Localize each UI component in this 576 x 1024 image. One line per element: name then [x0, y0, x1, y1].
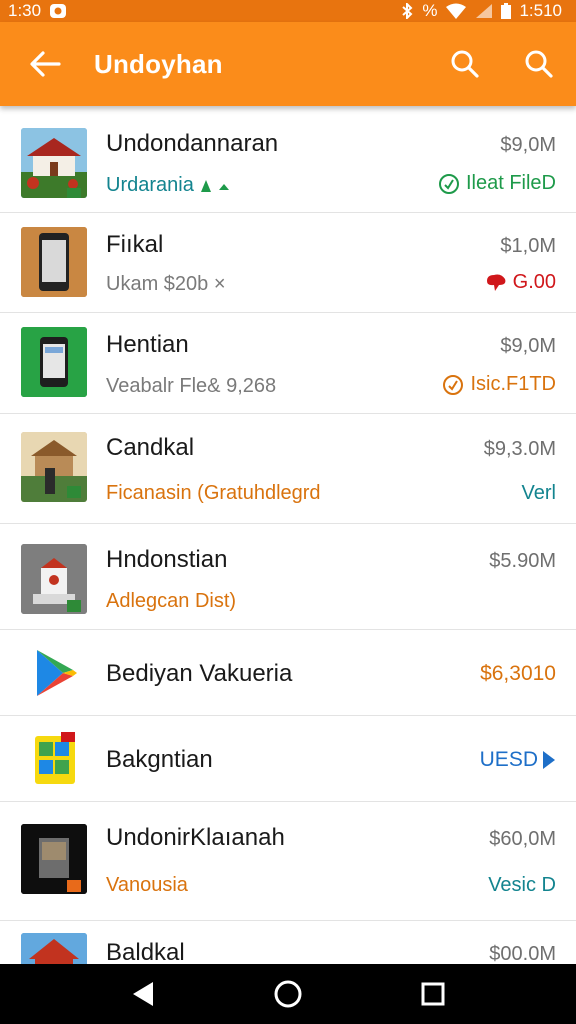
list-item[interactable]: Candkal Ficanasin (Gratuhdlegrd $9,3.0M … — [0, 414, 576, 524]
search-button[interactable] — [428, 22, 502, 106]
item-name: Bediyan Vakueria — [106, 660, 293, 687]
triangle-back-icon — [132, 982, 153, 1006]
nav-recents-button[interactable] — [403, 964, 463, 1024]
arrow-left-icon — [30, 51, 61, 77]
status-time-right: 1:510 — [519, 1, 562, 20]
square-recents-icon — [421, 982, 445, 1006]
item-subtitle: Ukam $20b × — [106, 273, 226, 295]
app-thumbnail — [21, 128, 87, 198]
status-bar: 1:30 % 1:510 — [0, 0, 576, 22]
notification-icon — [49, 3, 67, 19]
item-subtitle: Adlegcan Dist) — [106, 590, 237, 612]
wifi-icon — [445, 3, 467, 19]
item-subtitle: Urdarania — [106, 174, 233, 197]
item-size: $1,0M — [500, 235, 556, 257]
download-list: Undondannaran Urdarania $9,0M Ileat File… — [0, 106, 576, 964]
app-thumbnail — [21, 726, 87, 796]
app-thumbnail — [21, 824, 87, 894]
list-item[interactable]: Hentian Veabalr Fle& 9,268 $9,0M Isic.F1… — [0, 313, 576, 414]
list-item[interactable]: Bakgntian UESD — [0, 716, 576, 802]
item-name: Candkal — [106, 434, 195, 461]
item-size: $5.90M — [489, 550, 556, 572]
app-thumbnail — [21, 933, 87, 964]
page-title: Undoyhan — [94, 48, 223, 79]
app-thumbnail — [21, 227, 87, 297]
navigation-bar — [0, 964, 576, 1024]
search-button-secondary[interactable] — [502, 22, 576, 106]
warning-blob-icon — [486, 274, 506, 291]
item-name: UndonirKlaıanah — [106, 824, 285, 851]
status-percent: % — [422, 1, 438, 20]
trend-up-icon — [201, 179, 230, 192]
item-size: $9,0M — [500, 335, 556, 357]
back-button[interactable] — [0, 22, 94, 106]
play-store-icon — [21, 640, 87, 710]
list-item[interactable]: Undondannaran Urdarania $9,0M Ileat File… — [0, 106, 576, 213]
item-status: Isic.F1TD — [442, 373, 556, 396]
item-status: Ileat FileD — [438, 172, 556, 195]
list-item[interactable]: UndonirKlaıanah Vanousia $60,0M Vesic D — [0, 802, 576, 921]
item-name: Baldkal — [106, 939, 185, 964]
list-item[interactable]: Bediyan Vakueria $6,3010 — [0, 630, 576, 716]
app-thumbnail — [21, 327, 87, 397]
item-size: $9,0M — [500, 134, 556, 156]
item-size: $9,3.0M — [483, 438, 556, 460]
battery-icon — [501, 3, 512, 19]
app-thumbnail — [21, 544, 87, 614]
item-subtitle: Veabalr Fle& 9,268 — [106, 375, 277, 397]
status-time-left: 1:30 — [8, 1, 42, 20]
item-name: Hentian — [106, 331, 189, 358]
item-size: $60,0M — [489, 828, 556, 850]
app-thumbnail — [21, 432, 87, 502]
item-status: Verl — [521, 482, 556, 504]
item-size: $00.0M — [489, 943, 556, 964]
list-item[interactable]: Baldkal $00.0M — [0, 921, 576, 964]
item-subtitle: Vanousia — [106, 874, 188, 896]
list-item[interactable]: Hndonstian Adlegcan Dist) $5.90M — [0, 524, 576, 630]
item-name: Fiıkal — [106, 231, 164, 258]
item-name: Bakgntian — [106, 746, 213, 773]
item-value: $6,3010 — [480, 662, 556, 685]
check-circle-icon — [438, 173, 459, 194]
play-arrow-icon — [543, 751, 555, 769]
signal-icon — [475, 3, 493, 19]
app-bar: Undoyhan — [0, 22, 576, 106]
search-icon — [451, 50, 479, 78]
item-status: G.00 — [485, 271, 556, 294]
item-status: Vesic D — [488, 874, 556, 896]
item-subtitle: Ficanasin (Gratuhdlegrd — [106, 482, 321, 504]
nav-back-button[interactable] — [113, 964, 173, 1024]
check-circle-icon — [443, 374, 464, 395]
circle-home-icon — [274, 980, 302, 1008]
nav-home-button[interactable] — [258, 964, 318, 1024]
item-name: Hndonstian — [106, 546, 228, 573]
search-icon — [525, 50, 553, 78]
bluetooth-icon — [400, 3, 414, 19]
item-value: UESD — [480, 748, 556, 772]
list-item[interactable]: Fiıkal Ukam $20b × $1,0M G.00 — [0, 213, 576, 313]
item-name: Undondannaran — [106, 130, 279, 157]
